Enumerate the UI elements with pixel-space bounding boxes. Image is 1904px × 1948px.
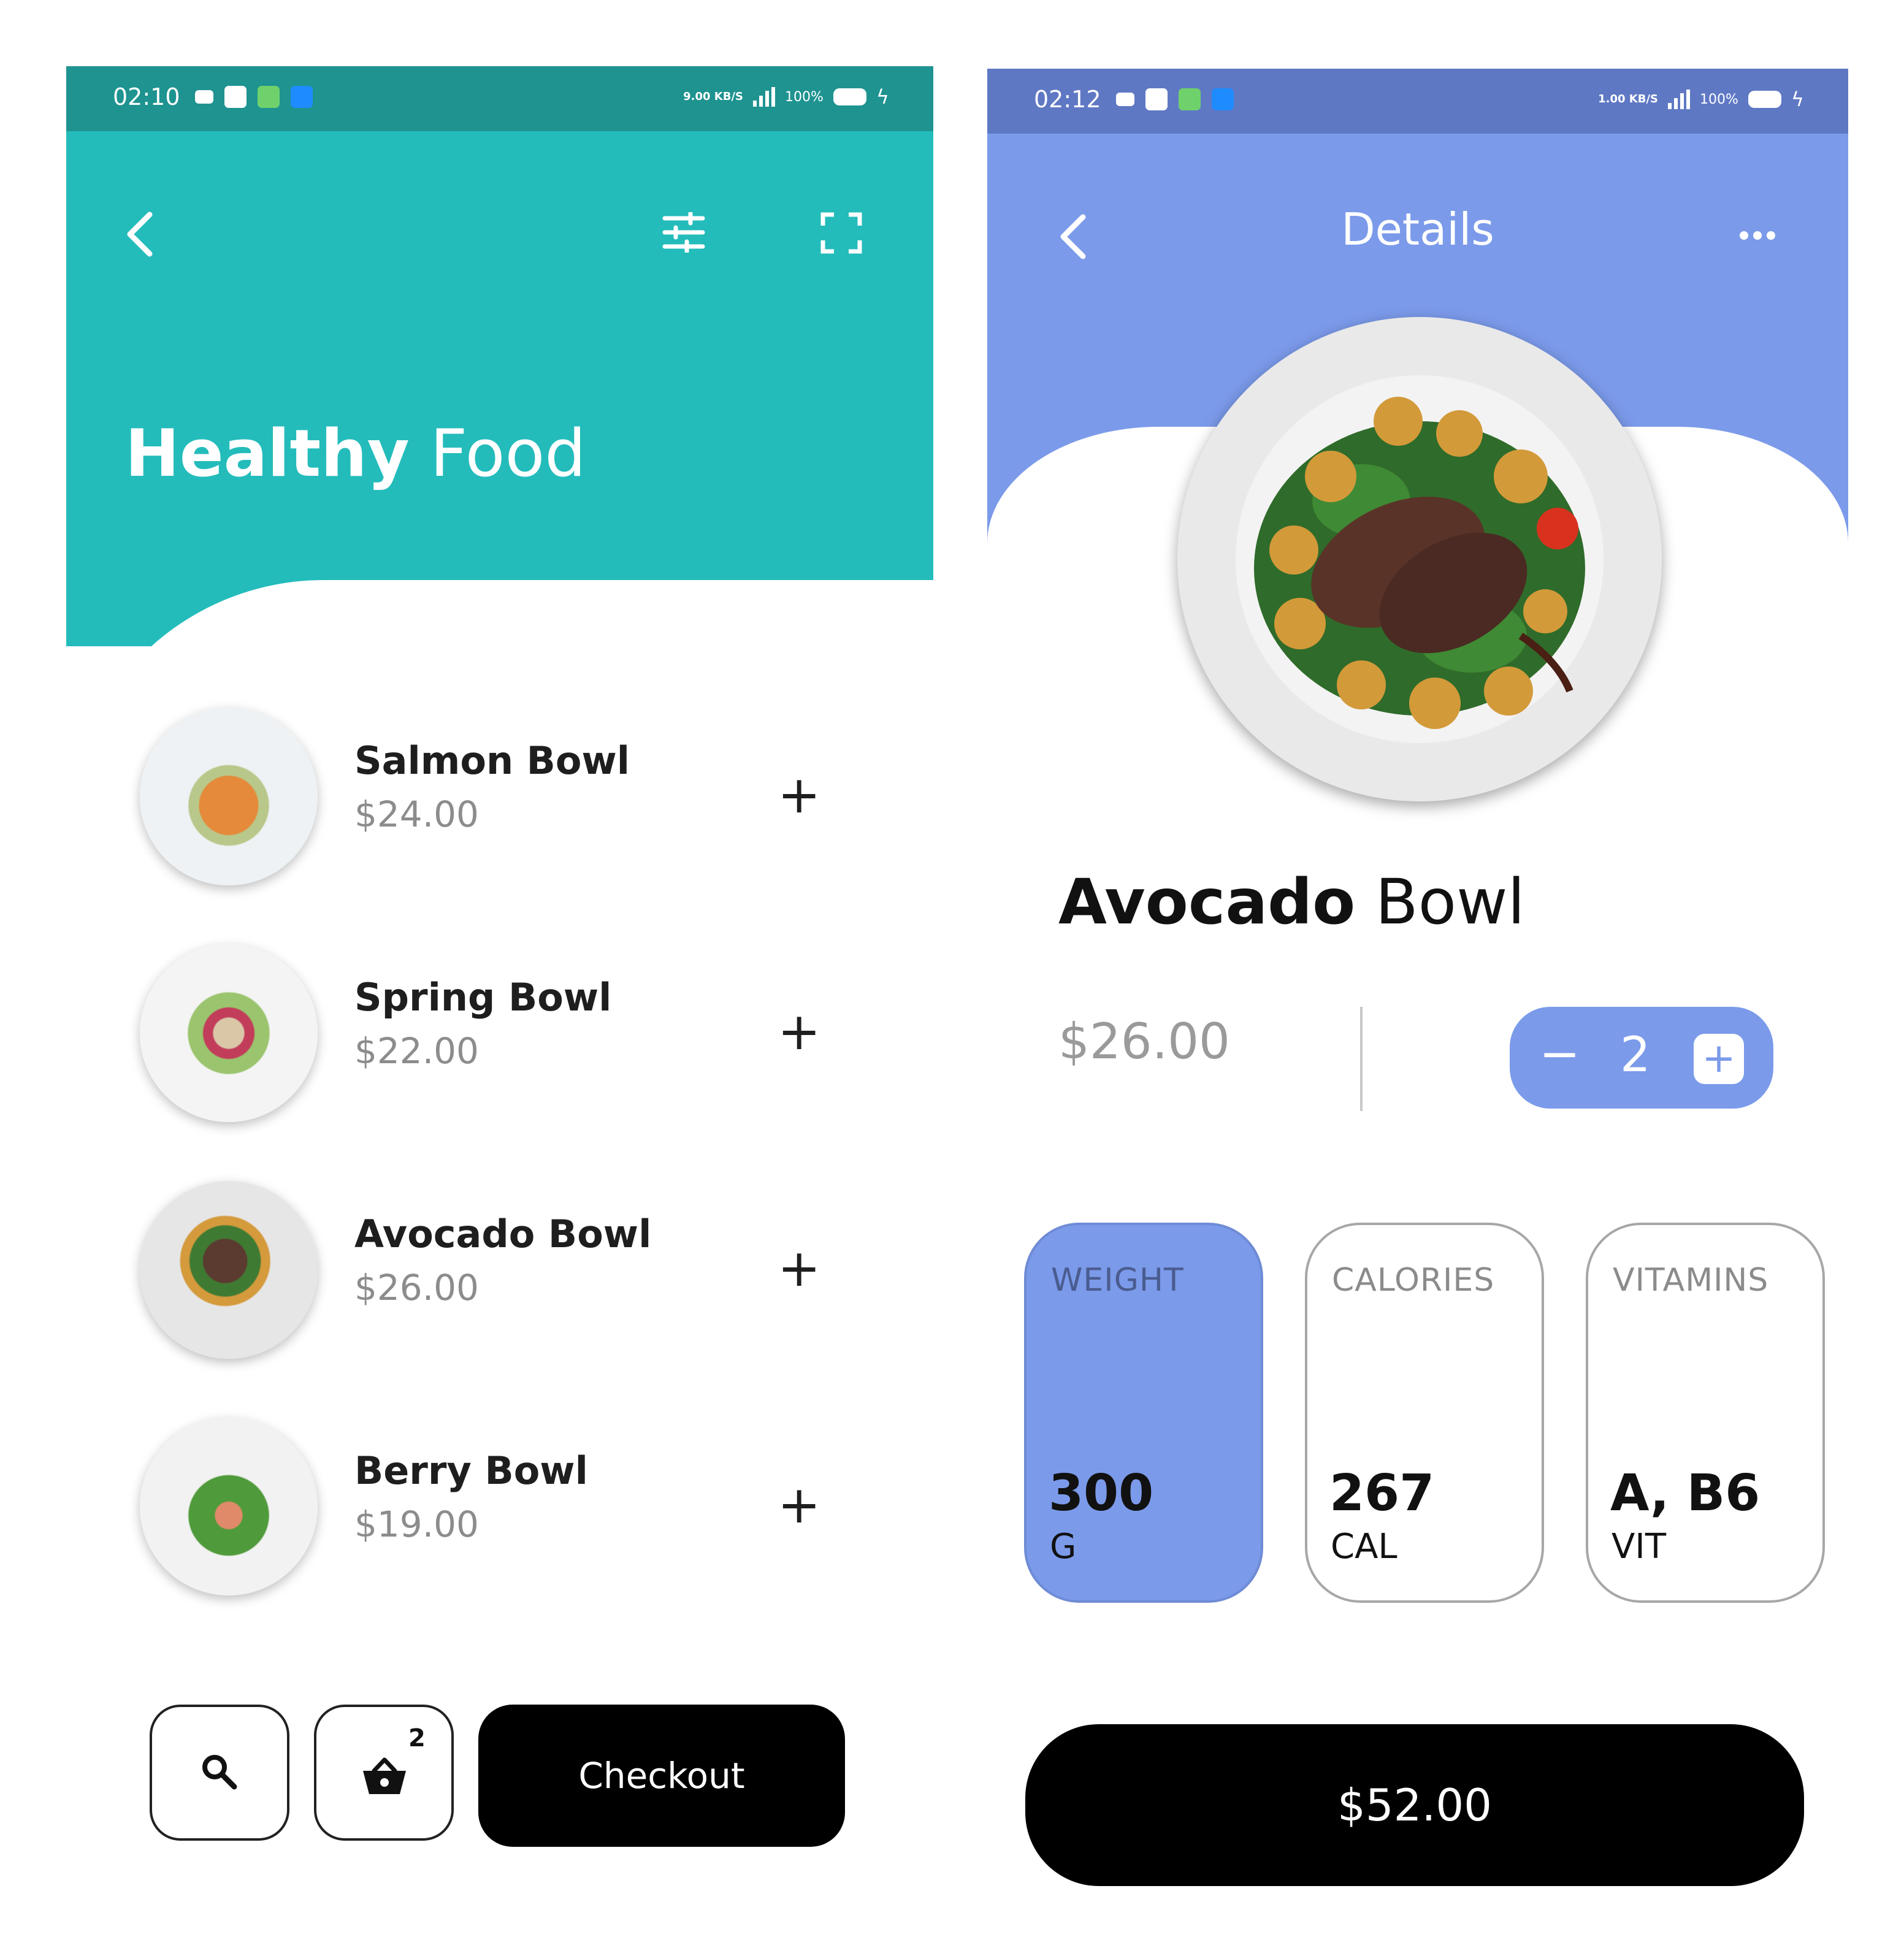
add-button[interactable]: + [778,1006,820,1057]
item-price: $26.00 [354,1267,479,1308]
card-label: VITAMINS [1613,1262,1769,1299]
product-price: $26.00 [1058,1013,1230,1070]
card-label: WEIGHT [1051,1262,1184,1299]
signal-icon [752,87,775,107]
card-value: 300 [1049,1464,1154,1522]
page-title: Healthy Food [125,416,586,491]
item-price: $22.00 [354,1030,479,1072]
list-item[interactable]: Berry Bowl $19.00 + [140,1418,839,1602]
product-name-bold: Avocado [1058,866,1356,939]
bowl-image [140,944,318,1122]
details-screen: 02:12 1.00 KB/S 100% ϟ Details Avocado B… [987,69,1848,1908]
divider [1360,1007,1363,1111]
status-time: 02:12 [1034,86,1101,113]
item-name: Salmon Bowl [354,738,630,783]
charging-icon: ϟ [1791,88,1804,111]
card-unit: VIT [1612,1527,1667,1567]
more-icon[interactable] [1739,229,1776,242]
battery-percent: 100% [1699,91,1738,107]
calories-card[interactable]: CALORIES 267 CAL [1305,1223,1544,1603]
bowl-image [140,1418,318,1595]
item-name: Spring Bowl [354,975,612,1020]
total-price-button[interactable]: $52.00 [1025,1724,1804,1886]
app-icon [1179,88,1201,110]
card-unit: G [1050,1527,1077,1567]
decrement-button[interactable]: − [1539,1025,1580,1082]
list-item[interactable]: Salmon Bowl $24.00 + [140,708,839,892]
product-name-light: Bowl [1375,866,1525,939]
linkedin-icon [1145,88,1168,110]
list-item[interactable]: Spring Bowl $22.00 + [140,944,839,1128]
status-bar: 02:12 1.00 KB/S 100% ϟ [987,69,1848,134]
card-value: A, B6 [1610,1464,1761,1522]
status-right: 9.00 KB/S 100% ϟ [683,85,889,109]
weight-card[interactable]: WEIGHT 300 G [1024,1223,1263,1603]
sliders-icon[interactable] [662,212,705,253]
food-list-screen: 02:10 9.00 KB/S 100% ϟ Healthy Food Salm… [66,66,933,1906]
fullscreen-icon[interactable] [820,212,862,254]
app-icon [291,86,313,108]
product-name: Avocado Bowl [1058,866,1525,939]
title-bold: Healthy [125,416,410,491]
page-title: Details [1341,204,1494,255]
status-time: 02:10 [113,83,180,110]
quantity-stepper: − 2 + [1510,1007,1773,1109]
search-icon [202,1755,237,1790]
cart-button[interactable]: 2 [314,1705,454,1841]
add-button[interactable]: + [778,1479,820,1530]
item-price: $24.00 [354,793,479,835]
add-button[interactable]: + [778,1242,820,1294]
list-item[interactable]: Avocado Bowl $26.00 + [140,1181,839,1365]
item-name: Berry Bowl [354,1448,588,1493]
notification-icons [1116,88,1234,110]
app-icon [1212,88,1234,110]
youtube-icon [195,90,213,104]
header-background [66,131,933,646]
signal-icon [1667,90,1690,109]
net-speed: 9.00 KB/S [683,90,743,103]
youtube-icon [1116,93,1134,106]
increment-button[interactable]: + [1694,1034,1744,1084]
status-right: 1.00 KB/S 100% ϟ [1598,88,1804,111]
back-chevron-icon[interactable] [125,211,155,258]
battery-percent: 100% [784,89,824,105]
search-button[interactable] [150,1705,289,1841]
dish-illustration [1177,317,1662,801]
cart-count-badge: 2 [408,1724,426,1752]
checkout-button[interactable]: Checkout [478,1705,845,1847]
linkedin-icon [224,86,247,108]
bowl-image [140,1181,318,1359]
battery-icon [1748,91,1781,108]
card-unit: CAL [1331,1527,1397,1567]
notification-icons [195,86,313,108]
card-label: CALORIES [1332,1262,1495,1299]
card-value: 267 [1329,1464,1435,1522]
app-icon [258,86,280,108]
charging-icon: ϟ [876,85,889,109]
bowl-image [140,708,318,885]
item-name: Avocado Bowl [354,1212,652,1256]
battery-icon [833,88,866,105]
status-bar: 02:10 9.00 KB/S 100% ϟ [66,66,933,131]
basket-icon [363,1757,406,1794]
food-image [1177,317,1662,801]
add-button[interactable]: + [778,769,820,820]
net-speed: 1.00 KB/S [1598,93,1658,105]
vitamins-card[interactable]: VITAMINS A, B6 VIT [1586,1223,1825,1603]
title-light: Food [430,416,586,491]
item-price: $19.00 [354,1503,479,1545]
quantity-value: 2 [1620,1028,1651,1083]
